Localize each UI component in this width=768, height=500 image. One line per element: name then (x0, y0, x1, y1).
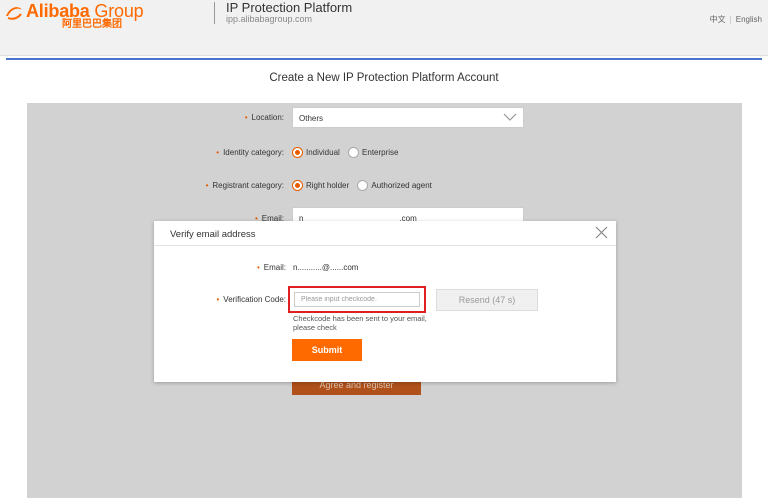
radio-individual[interactable] (292, 147, 303, 158)
radio-right-holder[interactable] (292, 180, 303, 191)
lang-chinese-link[interactable]: 中文 (710, 15, 726, 24)
location-label-text: Location: (251, 113, 284, 122)
radio-enterprise-label: Enterprise (362, 148, 399, 157)
identity-radio-group: Individual Enterprise (292, 147, 405, 158)
page-title: Create a New IP Protection Platform Acco… (269, 72, 499, 84)
submit-button[interactable]: Submit (292, 339, 362, 361)
dialog-divider (154, 245, 616, 246)
required-marker: • (216, 295, 220, 304)
required-marker: • (216, 148, 220, 157)
header-divider (214, 2, 215, 24)
close-icon[interactable] (595, 226, 608, 239)
required-marker: • (205, 181, 209, 190)
dialog-email-label: • Email: (214, 263, 286, 272)
resend-button[interactable]: Resend (47 s) (436, 289, 538, 311)
checkcode-hint: Checkcode has been sent to your email, p… (293, 314, 427, 332)
radio-right-holder-label: Right holder (306, 181, 350, 190)
logo-chinese: 阿里巴巴集团 (62, 19, 122, 30)
verify-email-dialog: Verify email address • Email: n..........… (154, 221, 616, 382)
radio-enterprise[interactable] (348, 147, 360, 158)
lang-english-link[interactable]: English (736, 15, 762, 24)
radio-authorized-agent[interactable] (357, 180, 369, 191)
registrant-label: • Registrant category: (170, 181, 284, 190)
dialog-email-value: n...........@......com (293, 263, 359, 272)
alibaba-smile-icon (6, 7, 22, 20)
dialog-email-label-text: Email: (263, 263, 286, 272)
required-marker: • (256, 263, 260, 272)
input-highlight-box (288, 286, 426, 313)
location-select[interactable]: Others (292, 107, 524, 128)
chevron-down-icon (503, 113, 517, 121)
verification-code-label: • Verification Code: (184, 295, 286, 304)
verification-code-input[interactable] (294, 292, 420, 307)
platform-url: ipp.alibabagroup.com (226, 14, 313, 24)
identity-label-text: Identity category: (223, 148, 284, 157)
dialog-title: Verify email address (170, 229, 256, 240)
registrant-label-text: Registrant category: (212, 181, 284, 190)
required-marker: • (244, 113, 248, 122)
location-value: Others (299, 114, 324, 123)
lang-separator: | (729, 15, 732, 24)
identity-label: • Identity category: (180, 148, 284, 157)
radio-authorized-agent-label: Authorized agent (371, 181, 432, 190)
alibaba-logo[interactable]: Alibaba Group 阿里巴巴集团 (4, 1, 209, 31)
accent-bar (6, 58, 762, 60)
location-label: • Location: (190, 113, 284, 122)
top-header: Alibaba Group 阿里巴巴集团 IP Protection Platf… (0, 0, 768, 56)
language-switcher: 中文 | English (710, 14, 762, 25)
verification-code-label-text: Verification Code: (223, 295, 286, 304)
platform-title: IP Protection Platform (226, 0, 353, 15)
registrant-radio-group: Right holder Authorized agent (292, 180, 438, 191)
radio-individual-label: Individual (306, 148, 340, 157)
